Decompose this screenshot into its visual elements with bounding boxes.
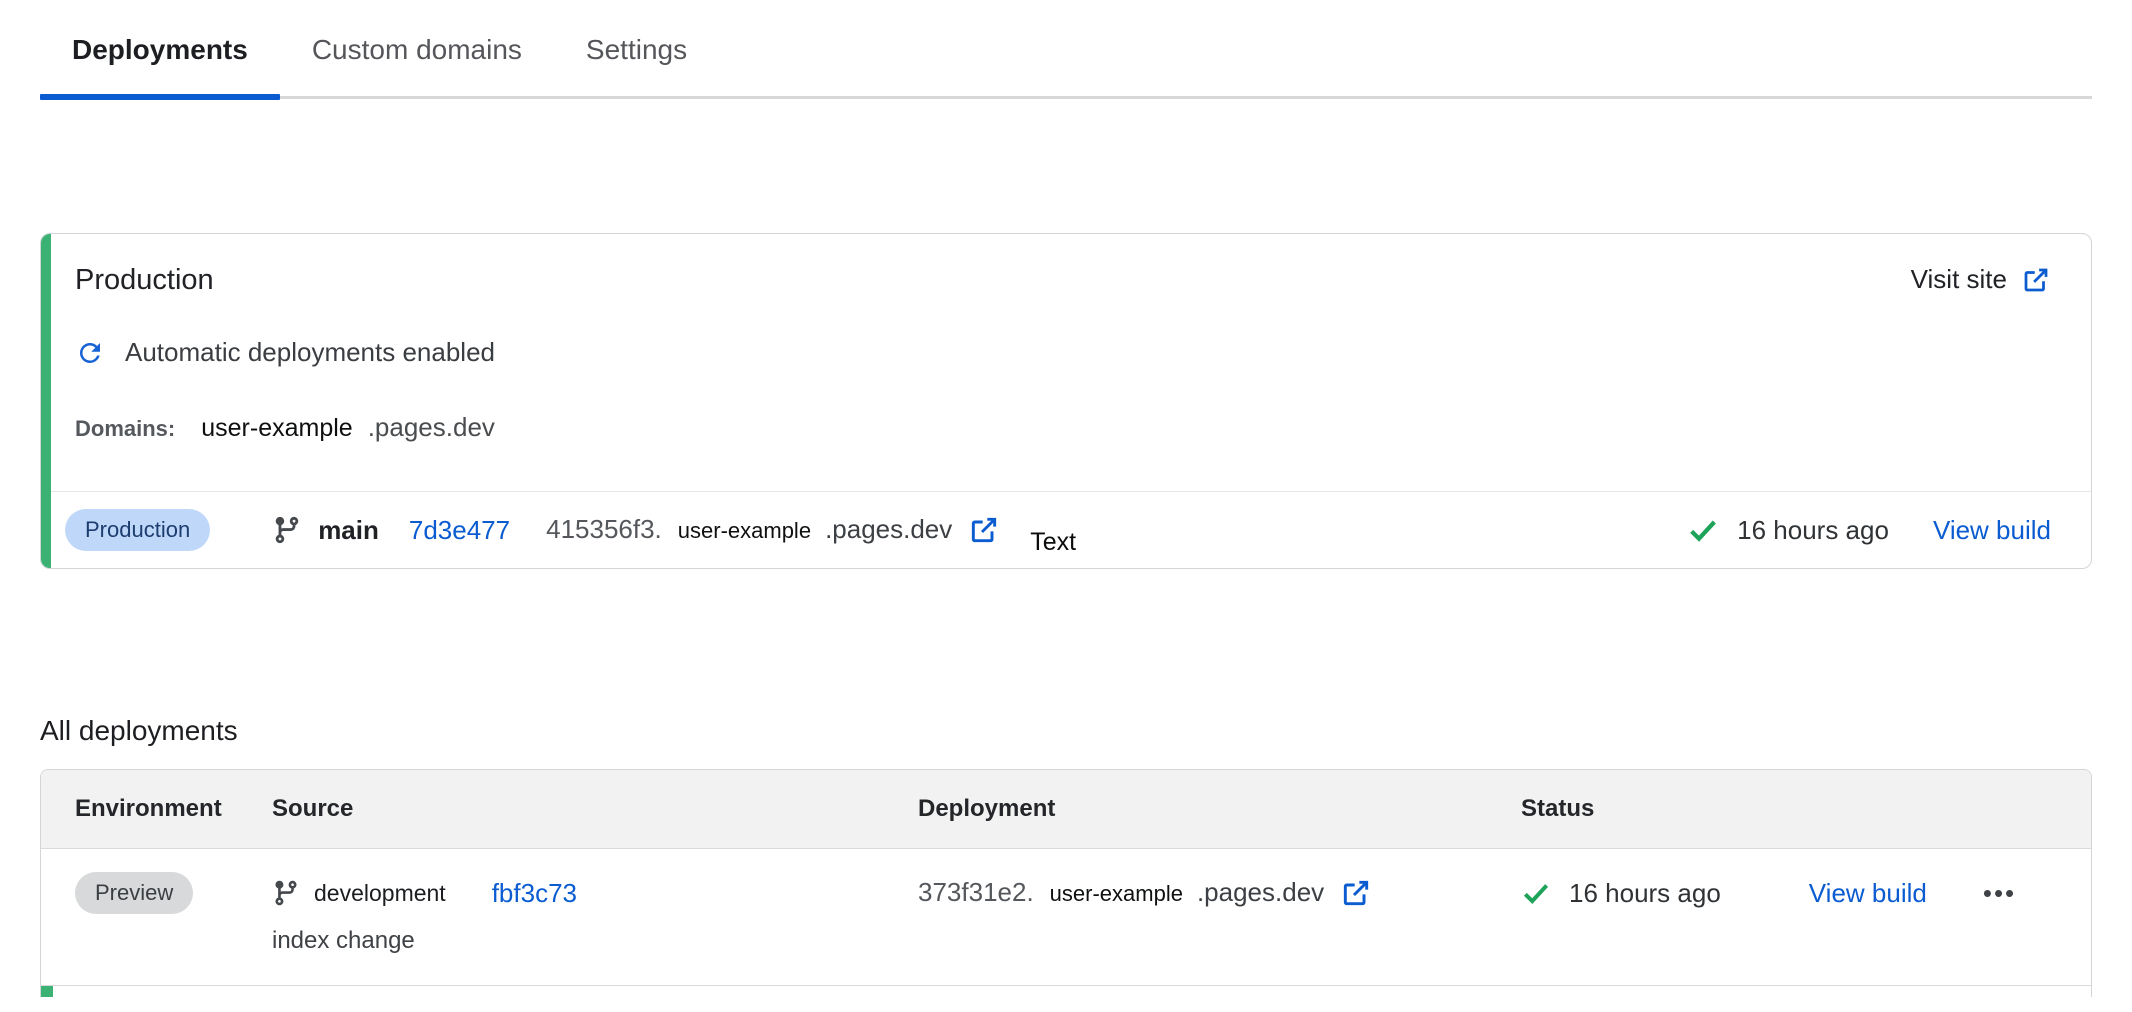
commit-link[interactable]: fbf3c73: [492, 878, 577, 909]
visit-site-link[interactable]: Visit site: [1911, 264, 2051, 295]
deployment-host: user-example: [1050, 881, 1183, 907]
commit-message: index change: [272, 927, 918, 955]
column-header-status: Status: [1521, 795, 2091, 823]
deployment-suffix: .pages.dev: [825, 514, 952, 545]
environment-badge-production: Production: [65, 509, 210, 551]
production-card: Production Visit site Automatic deployme…: [40, 233, 2092, 569]
git-branch-icon: [272, 515, 302, 545]
all-deployments-heading: All deployments: [40, 715, 2092, 747]
deployment-id: 415356f3.: [546, 514, 662, 545]
deploy-time: 16 hours ago: [1737, 515, 1889, 546]
visit-site-label: Visit site: [1911, 264, 2007, 295]
status-cell: 16 hours ago View build •••: [1521, 871, 2091, 915]
success-check-icon: [1687, 514, 1719, 546]
deployment-suffix: .pages.dev: [1197, 877, 1324, 908]
branch-name: development: [314, 880, 446, 907]
domains-label: Domains:: [75, 416, 175, 442]
row-options-menu-icon[interactable]: •••: [1983, 878, 2016, 909]
git-branch-icon: [272, 879, 300, 907]
deployment-cell: 373f31e2. user-example .pages.dev: [918, 871, 1521, 915]
auto-deployments-text: Automatic deployments enabled: [125, 337, 495, 368]
column-header-source: Source: [272, 795, 918, 823]
domain-name: user-example: [201, 414, 352, 443]
external-link-icon: [2021, 265, 2051, 295]
tab-custom-domains[interactable]: Custom domains: [280, 34, 554, 96]
environment-badge-preview: Preview: [75, 872, 193, 914]
commit-link[interactable]: 7d3e477: [409, 515, 510, 546]
success-check-icon: [1521, 878, 1551, 908]
column-header-environment: Environment: [75, 795, 272, 823]
domain-suffix: .pages.dev: [368, 412, 495, 443]
tab-bar: Deployments Custom domains Settings: [40, 0, 2092, 99]
deployment-id: 373f31e2.: [918, 877, 1034, 908]
column-header-deployment: Deployment: [918, 795, 1521, 823]
table-header-row: Environment Source Deployment Status: [41, 770, 2091, 849]
production-card-title: Production: [75, 264, 214, 297]
external-link-icon[interactable]: [968, 514, 1000, 546]
deployments-table: Environment Source Deployment Status Pre…: [40, 769, 2092, 997]
deployment-host: user-example: [678, 518, 811, 544]
environment-cell: Preview: [75, 871, 272, 915]
external-link-icon[interactable]: [1340, 877, 1372, 909]
branch-name: main: [318, 515, 379, 546]
deploy-time: 16 hours ago: [1569, 878, 1721, 909]
view-build-link[interactable]: View build: [1933, 515, 2051, 546]
auto-deploy-refresh-icon: [75, 338, 105, 368]
production-deployment-row: Production main 7d3e477 415356f3. user-e…: [41, 491, 2091, 568]
tab-deployments[interactable]: Deployments: [40, 34, 280, 96]
next-row-partial: [41, 985, 2091, 997]
tab-settings[interactable]: Settings: [554, 34, 719, 96]
text-annotation: Text: [1030, 528, 1076, 557]
source-cell: development fbf3c73 index change: [272, 871, 918, 955]
production-card-info: Production Visit site Automatic deployme…: [41, 234, 2091, 491]
table-row: Preview development fbf3c73 index change…: [41, 849, 2091, 985]
view-build-link[interactable]: View build: [1809, 878, 1927, 909]
